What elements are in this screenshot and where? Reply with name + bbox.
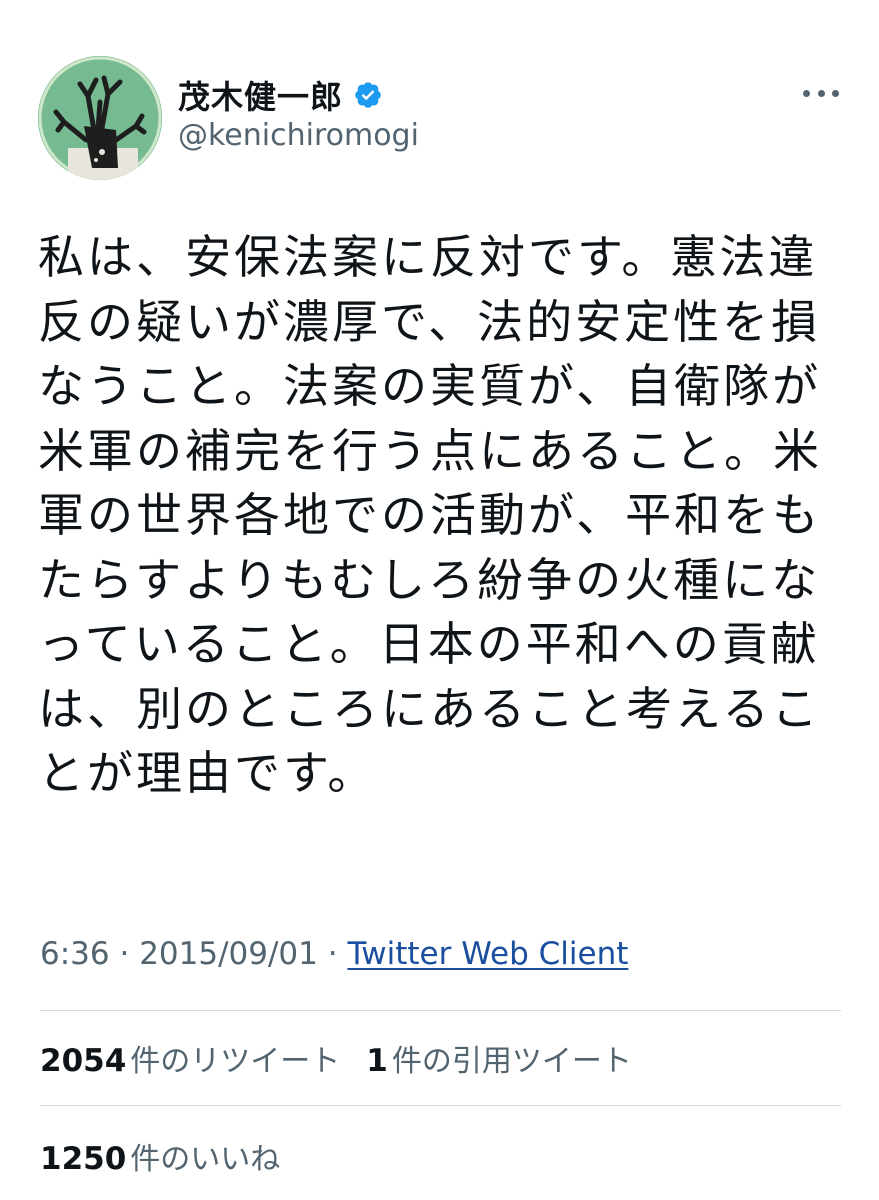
avatar[interactable] — [38, 56, 162, 180]
user-handle[interactable]: @kenichiromogi — [178, 118, 419, 153]
tweet-date[interactable]: 2015/09/01 — [139, 936, 318, 972]
display-name[interactable]: 茂木健一郎 — [178, 72, 343, 118]
divider — [40, 1105, 841, 1106]
meta-separator: · — [327, 936, 338, 972]
more-dot — [803, 89, 810, 97]
tweet-source-link[interactable]: Twitter Web Client — [347, 936, 628, 972]
retweets-count: 2054 — [40, 1043, 127, 1079]
divider — [40, 1010, 841, 1011]
more-dot — [817, 89, 825, 97]
likes-count: 1250 — [40, 1141, 127, 1177]
verified-badge-icon — [355, 82, 381, 108]
retweets-label: 件のリツイート — [130, 1044, 341, 1079]
more-dot — [832, 89, 839, 97]
likes-label: 件のいいね — [130, 1142, 281, 1177]
tweet-meta: 6:36 · 2015/09/01 · Twitter Web Client — [40, 936, 628, 972]
likes-stats-row: 1250 件のいいね — [40, 1134, 280, 1178]
likes-stat[interactable]: 1250 件のいいね — [40, 1134, 280, 1178]
retweet-stats-row: 2054 件のリツイート 1 件の引用ツイート — [40, 1036, 632, 1080]
meta-separator: · — [119, 936, 130, 972]
quotes-stat[interactable]: 1 件の引用ツイート — [366, 1036, 632, 1080]
tweet-time[interactable]: 6:36 — [40, 936, 110, 972]
quotes-label: 件の引用ツイート — [391, 1044, 632, 1079]
tweet-text: 私は、安保法案に反対です。憲法違反の疑いが濃厚で、法的安定性を損なうこと。法案の… — [38, 230, 822, 800]
avatar-drawing — [38, 56, 162, 180]
quotes-count: 1 — [366, 1043, 388, 1079]
more-dots-icon[interactable] — [803, 86, 839, 100]
user-name-row: 茂木健一郎 — [178, 72, 383, 118]
retweets-stat[interactable]: 2054 件のリツイート — [40, 1036, 340, 1080]
